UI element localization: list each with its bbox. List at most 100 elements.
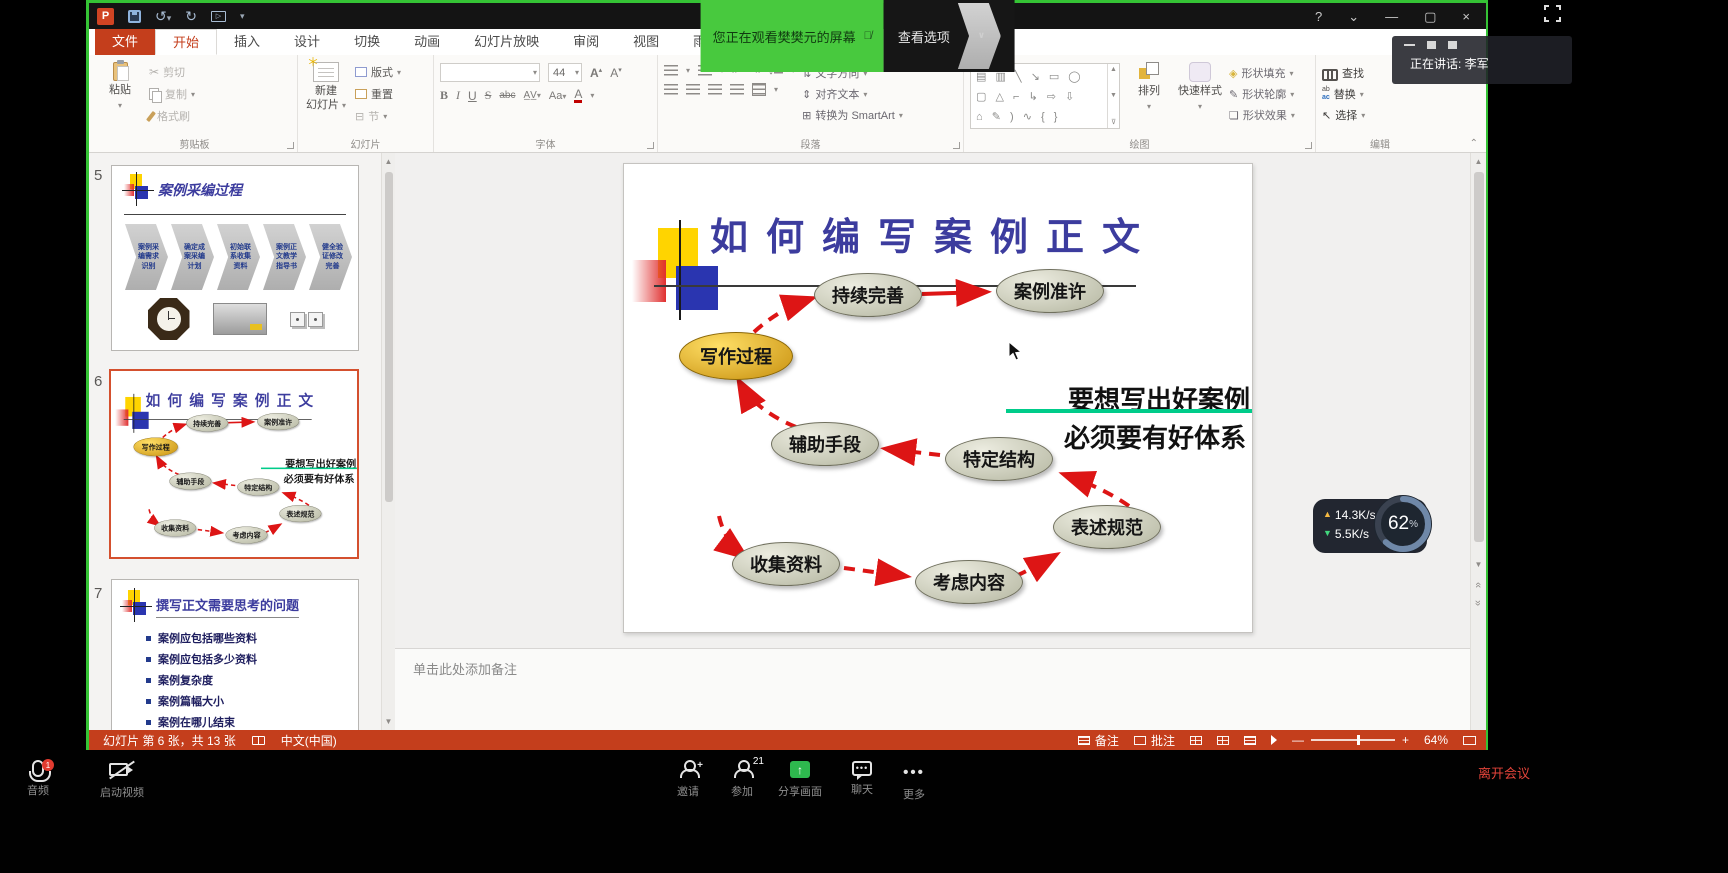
redo-icon[interactable]: ↻ — [185, 9, 197, 23]
scroll-down-icon[interactable]: ▼ — [385, 717, 393, 730]
shapes-gallery[interactable]: ▤ ▥ ╲ ↘ ▭ ◯ ▢ △ ⌐ ↳ ⇨ ⇩ ⌂ ✎ ) ∿ { } ▲▼⊽ — [970, 63, 1120, 129]
tab-review[interactable]: 审阅 — [556, 29, 616, 55]
replace-button[interactable]: abac 替换▾ — [1322, 86, 1365, 102]
align-right-icon[interactable] — [708, 84, 722, 95]
new-slide-button[interactable]: 新建 幻灯片 ▾ — [304, 59, 348, 137]
save-icon[interactable] — [128, 10, 141, 23]
tab-insert[interactable]: 插入 — [217, 29, 277, 55]
thumbnail-slide-7[interactable]: 撰写正文需要思考的问题 案例应包括哪些资料 案例应包括多少资料 案例复杂度 案例… — [111, 579, 359, 730]
tab-design[interactable]: 设计 — [277, 29, 337, 55]
scrollbar-thumb[interactable] — [1474, 172, 1484, 542]
shrink-font-icon[interactable]: A▾ — [610, 66, 622, 80]
notes-placeholder[interactable]: 单击此处添加备注 — [413, 659, 517, 678]
strikethrough-icon[interactable]: S — [485, 88, 492, 103]
help-icon[interactable]: ? — [1315, 10, 1322, 23]
bullets-icon[interactable] — [664, 65, 678, 76]
italic-icon[interactable]: I — [456, 88, 460, 103]
view-options-button[interactable]: 查看选项∨ — [884, 0, 1015, 72]
invite-button[interactable]: + 邀请 — [658, 758, 718, 799]
scroll-up-icon[interactable]: ▲ — [1475, 153, 1483, 166]
proofing-icon[interactable] — [252, 736, 265, 745]
language-indicator[interactable]: 中文(中国) — [281, 732, 337, 749]
align-text-button[interactable]: ⇕ 对齐文本▾ — [802, 86, 903, 102]
section-button[interactable]: ⊟节▾ — [355, 108, 401, 124]
participants-button[interactable]: 21 参加 — [712, 758, 772, 799]
close-icon[interactable]: × — [1462, 10, 1470, 23]
next-slide-icon[interactable]: « — [1473, 600, 1485, 606]
chat-button[interactable]: ••• 聊天 — [832, 758, 892, 797]
select-button[interactable]: ↖ 选择▾ — [1322, 107, 1365, 123]
fullscreen-icon[interactable] — [1544, 5, 1561, 22]
leave-meeting-button[interactable]: 离开会议 — [1478, 763, 1530, 782]
scroll-down-icon[interactable]: ▼ — [1475, 560, 1483, 569]
slide-sorter-icon[interactable] — [1217, 736, 1229, 745]
quick-styles-button[interactable]: 快速样式▾ — [1178, 59, 1222, 137]
tab-slideshow[interactable]: 幻灯片放映 — [457, 29, 556, 55]
panel-window-icon[interactable] — [1427, 41, 1436, 49]
paste-button[interactable]: 粘贴▾ — [98, 59, 142, 137]
ribbon-options-icon[interactable]: ⌄ — [1348, 10, 1359, 23]
qat-customize-icon[interactable]: ▾ — [240, 11, 245, 22]
convert-smartart-button[interactable]: ⊞ 转换为 SmartArt▾ — [802, 107, 903, 123]
tab-animations[interactable]: 动画 — [397, 29, 457, 55]
reading-view-icon[interactable] — [1244, 736, 1256, 745]
tab-transitions[interactable]: 切换 — [337, 29, 397, 55]
bold-icon[interactable]: B — [440, 88, 448, 103]
collapse-ribbon-icon[interactable]: ⌃ — [1470, 138, 1478, 149]
change-case-icon[interactable]: Aa▾ — [549, 90, 566, 102]
layout-button[interactable]: 版式▾ — [355, 64, 401, 80]
panel-window-icon[interactable] — [1448, 41, 1457, 49]
font-dialog-launcher[interactable] — [647, 142, 654, 149]
reset-button[interactable]: 重置 — [355, 86, 401, 102]
tab-view[interactable]: 视图 — [616, 29, 676, 55]
start-slideshow-icon[interactable]: ▷ — [211, 11, 226, 22]
zoom-level[interactable]: 64% — [1424, 733, 1448, 747]
share-screen-button[interactable]: ↑ 分享画面 — [770, 758, 830, 799]
justify-icon[interactable] — [730, 84, 744, 95]
shape-fill-button[interactable]: ◈ 形状填充▾ — [1229, 65, 1295, 81]
slide-page[interactable]: 如何编写案例正文 — [623, 163, 1253, 633]
drawing-dialog-launcher[interactable] — [1305, 142, 1312, 149]
copy-button[interactable]: 复制▾ — [149, 86, 195, 102]
align-left-icon[interactable] — [664, 84, 678, 95]
shadow-icon[interactable]: abc — [499, 90, 515, 101]
tab-home[interactable]: 开始 — [155, 29, 217, 55]
slideshow-view-icon[interactable] — [1271, 735, 1277, 745]
underline-icon[interactable]: U — [468, 89, 477, 103]
comments-toggle[interactable]: 批注 — [1134, 732, 1175, 749]
main-scrollbar[interactable]: ▲ ▼ « « — [1470, 153, 1486, 730]
font-color-icon[interactable]: A — [574, 88, 582, 103]
thumbnail-slide-6-selected[interactable]: 如何编写案例正文 — [109, 369, 359, 559]
thumbnail-slide-5[interactable]: 案例采编过程 案例采编需求识别 确定成案采编计划 初始联系收集资料 案例正文教学… — [111, 165, 359, 351]
restore-icon[interactable]: ▢ — [1424, 10, 1436, 23]
audio-button[interactable]: 1 音频 — [8, 758, 68, 798]
cut-button[interactable]: ✂ 剪切 — [149, 64, 195, 80]
panel-minimize-icon[interactable] — [1404, 44, 1415, 46]
find-button[interactable]: 查找 — [1322, 65, 1365, 81]
normal-view-icon[interactable] — [1190, 736, 1202, 745]
thumbnails-scrollbar[interactable]: ▲ ▼ — [381, 153, 395, 730]
scroll-up-icon[interactable]: ▲ — [385, 153, 393, 166]
zoom-knob[interactable] — [1357, 735, 1360, 745]
undo-icon[interactable]: ↺▾ — [155, 9, 171, 23]
minimize-icon[interactable]: — — [1385, 10, 1398, 23]
zoom-in-icon[interactable]: + — [1402, 733, 1409, 747]
font-size-combo[interactable]: 44▾ — [548, 63, 582, 82]
shape-effects-button[interactable]: ❏ 形状效果▾ — [1229, 107, 1295, 123]
columns-icon[interactable] — [752, 83, 766, 96]
fit-to-window-icon[interactable] — [1463, 736, 1476, 745]
arrange-button[interactable]: 排列▾ — [1127, 59, 1171, 137]
format-painter-button[interactable]: 格式刷 — [149, 108, 195, 124]
previous-slide-icon[interactable]: « — [1473, 582, 1485, 588]
more-button[interactable]: ••• 更多 — [884, 758, 944, 802]
shape-outline-button[interactable]: ✎ 形状轮廓▾ — [1229, 86, 1295, 102]
align-center-icon[interactable] — [686, 84, 700, 95]
zoom-out-icon[interactable]: — — [1292, 733, 1304, 747]
scrollbar-thumb[interactable] — [385, 172, 393, 502]
font-name-combo[interactable]: ▾ — [440, 63, 540, 82]
tab-file[interactable]: 文件 — [95, 29, 155, 55]
notes-pane[interactable]: 单击此处添加备注 — [395, 649, 1470, 730]
notes-toggle[interactable]: 备注 — [1078, 732, 1119, 749]
grow-font-icon[interactable]: A▴ — [590, 66, 602, 80]
paragraph-dialog-launcher[interactable] — [953, 142, 960, 149]
